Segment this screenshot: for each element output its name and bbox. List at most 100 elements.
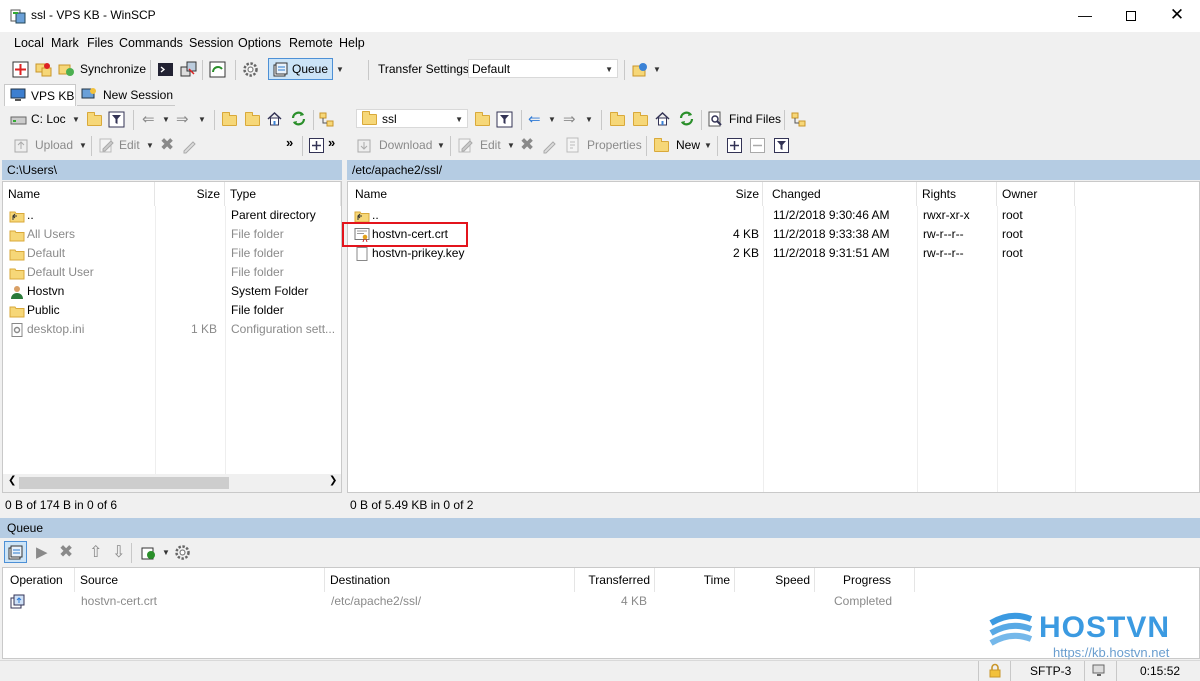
remote-row[interactable]: .. 11/2/2018 9:30:46 AM rwxr-xr-x root <box>348 206 1199 225</box>
remote-row[interactable]: hostvn-cert.crt 4 KB 11/2/2018 9:33:38 AM r… <box>348 225 1199 244</box>
local-row[interactable]: Default File folder <box>3 244 341 263</box>
select-plus-icon[interactable] <box>726 137 743 154</box>
find-files-icon[interactable] <box>707 111 724 128</box>
menu-commands[interactable]: Commands <box>119 36 183 50</box>
play-icon[interactable]: ▶ <box>36 543 48 561</box>
menu-options[interactable]: Options <box>238 36 281 50</box>
local-row[interactable]: .. Parent directory <box>3 206 341 225</box>
local-column-name[interactable]: Name <box>3 182 155 206</box>
refresh-icon[interactable] <box>678 110 695 127</box>
local-row[interactable]: Hostvn System Folder <box>3 282 341 301</box>
home-icon[interactable] <box>654 110 671 127</box>
remote-directory-select[interactable]: ssl ▼ <box>356 109 468 128</box>
local-column-type[interactable]: Type <box>225 182 341 206</box>
console-icon[interactable] <box>157 61 174 78</box>
preferences-gear-icon[interactable] <box>174 544 191 561</box>
open-folder-icon[interactable] <box>87 112 102 126</box>
remote-column-owner[interactable]: Owner <box>997 182 1075 206</box>
filter-select-icon[interactable] <box>773 137 790 154</box>
back-arrow-icon[interactable]: ⇐ <box>142 110 155 128</box>
preferences-gear-icon[interactable] <box>242 61 259 78</box>
queue-column-progress[interactable]: Progress <box>815 568 915 592</box>
parent-directory-icon[interactable] <box>610 112 625 126</box>
unselect-minus-icon[interactable] <box>749 137 766 154</box>
more-chevrons-icon[interactable]: » <box>286 135 293 150</box>
local-edit-button[interactable]: Edit <box>119 138 140 152</box>
back-arrow-icon[interactable]: ⇐ <box>528 110 541 128</box>
properties-icon[interactable] <box>565 137 582 154</box>
rename-icon[interactable] <box>541 137 558 154</box>
local-row[interactable]: desktop.ini 1 KB Configuration sett... <box>3 320 341 339</box>
find-files-button[interactable]: Find Files <box>729 112 781 126</box>
lock-icon[interactable] <box>988 663 1002 678</box>
download-icon[interactable] <box>356 137 373 154</box>
local-drive-select[interactable]: C: Loc <box>31 112 66 126</box>
more-chevrons-icon[interactable]: » <box>328 135 335 150</box>
queue-list-button[interactable] <box>4 541 27 563</box>
refresh-icon[interactable] <box>290 110 307 127</box>
queue-column-operation[interactable]: Operation <box>5 568 75 592</box>
menu-files[interactable]: Files <box>87 36 113 50</box>
delete-x-icon[interactable]: ✖ <box>59 542 73 562</box>
transfer-preset-icon[interactable] <box>632 61 649 78</box>
move-up-icon[interactable]: ⇧ <box>89 542 102 562</box>
delete-x-icon[interactable]: ✖ <box>520 135 534 155</box>
compare-directories-icon[interactable] <box>12 61 29 78</box>
queue-settings-icon[interactable] <box>140 544 157 561</box>
preset-dropdown-icon[interactable]: ▼ <box>653 65 661 74</box>
transfer-icon[interactable] <box>209 61 226 78</box>
scroll-right-icon[interactable]: ❯ <box>329 475 337 486</box>
queue-column-time[interactable]: Time <box>655 568 735 592</box>
queue-toggle-button[interactable]: Queue <box>268 58 333 80</box>
queue-column-speed[interactable]: Speed <box>735 568 815 592</box>
local-column-size[interactable]: Size <box>155 182 225 206</box>
remote-column-size[interactable]: Size <box>692 182 763 206</box>
menu-mark[interactable]: Mark <box>51 36 79 50</box>
minimize-button[interactable]: — <box>1062 0 1108 31</box>
open-folder-icon[interactable] <box>475 112 490 126</box>
drive-dropdown-icon[interactable]: ▼ <box>72 115 80 124</box>
tree-view-icon[interactable] <box>791 111 808 128</box>
local-row[interactable]: Public File folder <box>3 301 341 320</box>
menu-local[interactable]: Local <box>14 36 44 50</box>
tree-view-icon[interactable] <box>319 111 336 128</box>
properties-button[interactable]: Properties <box>587 138 642 152</box>
move-down-icon[interactable]: ⇩ <box>112 542 125 562</box>
menu-session[interactable]: Session <box>189 36 233 50</box>
local-row[interactable]: All Users File folder <box>3 225 341 244</box>
edit-icon[interactable] <box>98 137 115 154</box>
new-directory-plus-icon[interactable] <box>308 137 325 154</box>
synchronize-icon[interactable] <box>58 61 75 78</box>
transfer-settings-select[interactable]: Default ▼ <box>468 59 618 78</box>
upload-icon[interactable] <box>13 137 30 154</box>
local-row[interactable]: Default User File folder <box>3 263 341 282</box>
filter-icon[interactable] <box>108 111 125 128</box>
tab-new-session[interactable]: New Session <box>77 84 175 106</box>
filter-icon[interactable] <box>496 111 513 128</box>
remote-column-rights[interactable]: Rights <box>917 182 997 206</box>
forward-arrow-icon[interactable]: ⇒ <box>563 110 576 128</box>
menu-remote[interactable]: Remote <box>289 36 333 50</box>
remote-row[interactable]: hostvn-prikey.key 2 KB 11/2/2018 9:31:51 A… <box>348 244 1199 263</box>
scrollbar-thumb[interactable] <box>19 477 229 489</box>
queue-column-destination[interactable]: Destination <box>325 568 575 592</box>
root-directory-icon[interactable] <box>633 112 648 126</box>
queue-column-source[interactable]: Source <box>75 568 325 592</box>
remote-column-changed[interactable]: Changed <box>767 182 917 206</box>
scroll-left-icon[interactable]: ❮ <box>8 475 16 486</box>
download-button[interactable]: Download <box>379 138 432 152</box>
rename-icon[interactable] <box>181 137 198 154</box>
synchronize-button[interactable]: Synchronize <box>80 62 146 76</box>
delete-x-icon[interactable]: ✖ <box>160 135 174 155</box>
local-horizontal-scrollbar[interactable]: ❮ ❯ <box>3 474 341 492</box>
home-icon[interactable] <box>266 110 283 127</box>
menu-help[interactable]: Help <box>339 36 365 50</box>
putty-icon[interactable] <box>180 61 197 78</box>
upload-button[interactable]: Upload <box>35 138 73 152</box>
network-status-icon[interactable] <box>1092 663 1108 678</box>
new-button[interactable]: New <box>676 138 700 152</box>
close-button[interactable]: ✕ <box>1154 0 1200 31</box>
remote-edit-button[interactable]: Edit <box>480 138 501 152</box>
edit-icon[interactable] <box>457 137 474 154</box>
queue-column-transferred[interactable]: Transferred <box>575 568 655 592</box>
